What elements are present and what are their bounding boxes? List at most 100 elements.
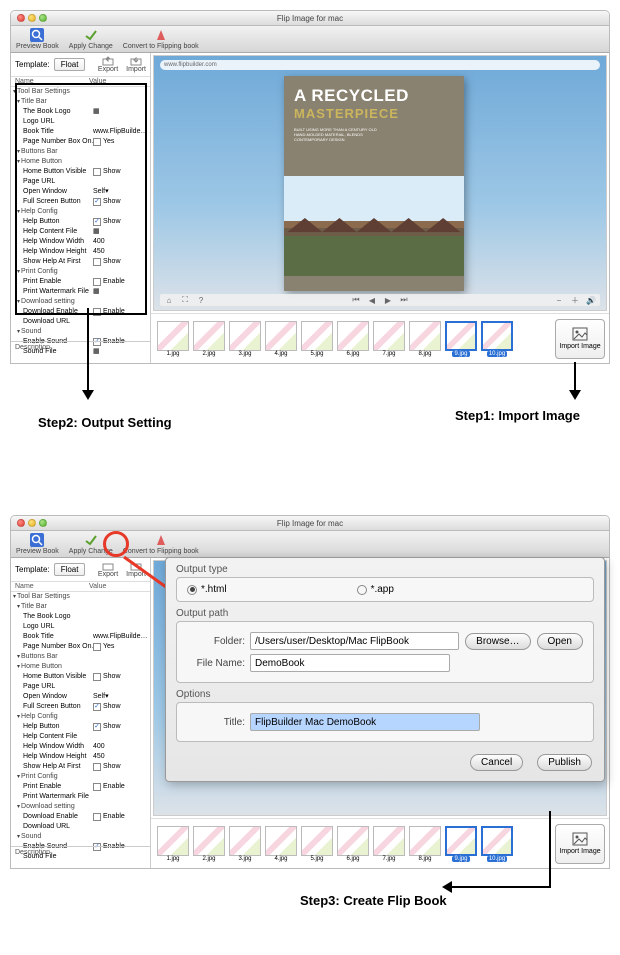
convert-button[interactable]: Convert to Flipping book bbox=[123, 28, 199, 50]
thumb-label: 5.jpg bbox=[310, 856, 323, 862]
book-preview[interactable]: www.flipbuilder.com A RECYCLED MASTERPIE… bbox=[153, 55, 607, 311]
template-select[interactable]: Float bbox=[54, 563, 86, 576]
export-button[interactable]: Export bbox=[98, 56, 118, 73]
apply-icon bbox=[84, 28, 98, 42]
window-title: Flip Image for mac bbox=[11, 14, 609, 23]
column-header: NameValue bbox=[11, 77, 150, 87]
thumb-image bbox=[301, 826, 333, 856]
thumb-image bbox=[373, 826, 405, 856]
export-button[interactable]: Export bbox=[98, 561, 118, 578]
thumbnail[interactable]: 5.jpg bbox=[301, 826, 333, 862]
thumbnail[interactable]: 4.jpg bbox=[265, 321, 297, 357]
book-page: A RECYCLED MASTERPIECE BUILT USING MORE … bbox=[284, 76, 464, 291]
thumbnail[interactable]: 2.jpg bbox=[193, 321, 225, 357]
thumbnail[interactable]: 7.jpg bbox=[373, 321, 405, 357]
thumb-label: 10.jpg bbox=[487, 351, 507, 357]
window-title-2: Flip Image for mac bbox=[11, 519, 609, 528]
thumbnail[interactable]: 2.jpg bbox=[193, 826, 225, 862]
thumbnail[interactable]: 7.jpg bbox=[373, 826, 405, 862]
radio-html[interactable]: *.html bbox=[187, 584, 227, 595]
arrow-down-step2 bbox=[78, 306, 98, 401]
thumbnail[interactable]: 3.jpg bbox=[229, 826, 261, 862]
next-page-icon[interactable]: ▶ bbox=[383, 296, 393, 305]
home-icon[interactable]: ⌂ bbox=[164, 296, 174, 305]
apply-change-button[interactable]: Apply Change bbox=[69, 533, 113, 555]
thumb-image bbox=[337, 826, 369, 856]
preview-area: www.flipbuilder.com A RECYCLED MASTERPIE… bbox=[151, 53, 609, 363]
convert-icon bbox=[154, 533, 168, 547]
thumbnail[interactable]: 1.jpg bbox=[157, 321, 189, 357]
thumbnail[interactable]: 9.jpg bbox=[445, 321, 477, 357]
publish-button[interactable]: Publish bbox=[537, 754, 592, 771]
thumb-label: 2.jpg bbox=[202, 351, 215, 357]
thumb-image bbox=[157, 321, 189, 351]
preview-book-button[interactable]: Preview Book bbox=[16, 533, 59, 555]
thumb-image bbox=[373, 321, 405, 351]
thumb-label: 8.jpg bbox=[418, 856, 431, 862]
sound-icon[interactable]: 🔊 bbox=[586, 296, 596, 305]
filename-field[interactable]: DemoBook bbox=[250, 654, 450, 672]
thumb-image bbox=[445, 321, 477, 351]
first-page-icon[interactable]: ⏮ bbox=[351, 295, 361, 305]
apply-icon bbox=[84, 533, 98, 547]
import-button[interactable]: Import bbox=[126, 56, 146, 73]
image-icon bbox=[572, 327, 588, 341]
apply-change-button[interactable]: Apply Change bbox=[69, 28, 113, 50]
thumbnail[interactable]: 8.jpg bbox=[409, 321, 441, 357]
flipbook-controls: ⌂ ⛶ ? ⏮ ◀ ▶ ⏭ − ＋ 🔊 bbox=[160, 294, 600, 306]
fullscreen-icon[interactable]: ⛶ bbox=[180, 295, 190, 305]
arrow-down-step1 bbox=[565, 360, 585, 400]
thumb-label: 1.jpg bbox=[166, 856, 179, 862]
thumb-label: 4.jpg bbox=[274, 351, 287, 357]
export-icon bbox=[102, 56, 114, 66]
thumbnail[interactable]: 8.jpg bbox=[409, 826, 441, 862]
thumbnail[interactable]: 1.jpg bbox=[157, 826, 189, 862]
thumbnail[interactable]: 3.jpg bbox=[229, 321, 261, 357]
thumb-image bbox=[301, 321, 333, 351]
thumbnail[interactable]: 5.jpg bbox=[301, 321, 333, 357]
thumb-label: 5.jpg bbox=[310, 351, 323, 357]
image-icon bbox=[572, 832, 588, 846]
publish-dialog: Output type *.html *.app Output path Fol… bbox=[165, 557, 605, 782]
template-select[interactable]: Float bbox=[54, 58, 86, 71]
page-subhead: MASTERPIECE bbox=[294, 106, 454, 121]
thumbnail[interactable]: 6.jpg bbox=[337, 321, 369, 357]
title-field[interactable]: FlipBuilder Mac DemoBook bbox=[250, 713, 480, 731]
properties-tree-2[interactable]: Tool Bar Settings Title Bar The Book Log… bbox=[11, 592, 150, 862]
page-headline: A RECYCLED bbox=[294, 86, 454, 106]
thumb-image bbox=[157, 826, 189, 856]
last-page-icon[interactable]: ⏭ bbox=[399, 295, 409, 305]
thumb-label: 7.jpg bbox=[382, 351, 395, 357]
thumb-image bbox=[229, 826, 261, 856]
toolbar: Preview Book Apply Change Convert to Fli… bbox=[11, 26, 609, 53]
cancel-button[interactable]: Cancel bbox=[470, 754, 523, 771]
convert-button[interactable]: Convert to Flipping book bbox=[123, 533, 199, 555]
thumb-label: 3.jpg bbox=[238, 351, 251, 357]
open-button[interactable]: Open bbox=[537, 633, 583, 650]
import-image-button[interactable]: Import Image bbox=[555, 824, 605, 864]
url-bar: www.flipbuilder.com bbox=[160, 60, 600, 70]
thumbnail[interactable]: 10.jpg bbox=[481, 321, 513, 357]
arrow-step3 bbox=[440, 807, 560, 902]
description-panel: Description bbox=[11, 846, 150, 868]
thumbnail[interactable]: 6.jpg bbox=[337, 826, 369, 862]
step2-label: Step2: Output Setting bbox=[38, 415, 172, 430]
zoom-out-icon[interactable]: − bbox=[554, 296, 564, 305]
template-label: Template: bbox=[15, 60, 50, 69]
thumb-label: 9.jpg bbox=[452, 351, 469, 357]
import-image-button[interactable]: Import Image bbox=[555, 319, 605, 359]
page-photo bbox=[284, 176, 464, 276]
thumbnail[interactable]: 4.jpg bbox=[265, 826, 297, 862]
thumb-label: 6.jpg bbox=[346, 351, 359, 357]
zoom-in-icon[interactable]: ＋ bbox=[570, 295, 580, 306]
radio-app[interactable]: *.app bbox=[357, 584, 394, 595]
magnifier-icon bbox=[30, 533, 44, 547]
prev-page-icon[interactable]: ◀ bbox=[367, 296, 377, 305]
thumbnails-row: 1.jpg 2.jpg 3.jpg 4.jpg 5.jpg 6.jpg 7.jpg 8.jpg… bbox=[151, 313, 609, 363]
help-icon[interactable]: ? bbox=[196, 296, 206, 305]
folder-field[interactable]: /Users/user/Desktop/Mac FlipBook bbox=[250, 632, 459, 650]
browse-button[interactable]: Browse… bbox=[465, 633, 530, 650]
thumb-image bbox=[409, 826, 441, 856]
output-path-label: Output path bbox=[176, 608, 594, 619]
preview-book-button[interactable]: Preview Book bbox=[16, 28, 59, 50]
